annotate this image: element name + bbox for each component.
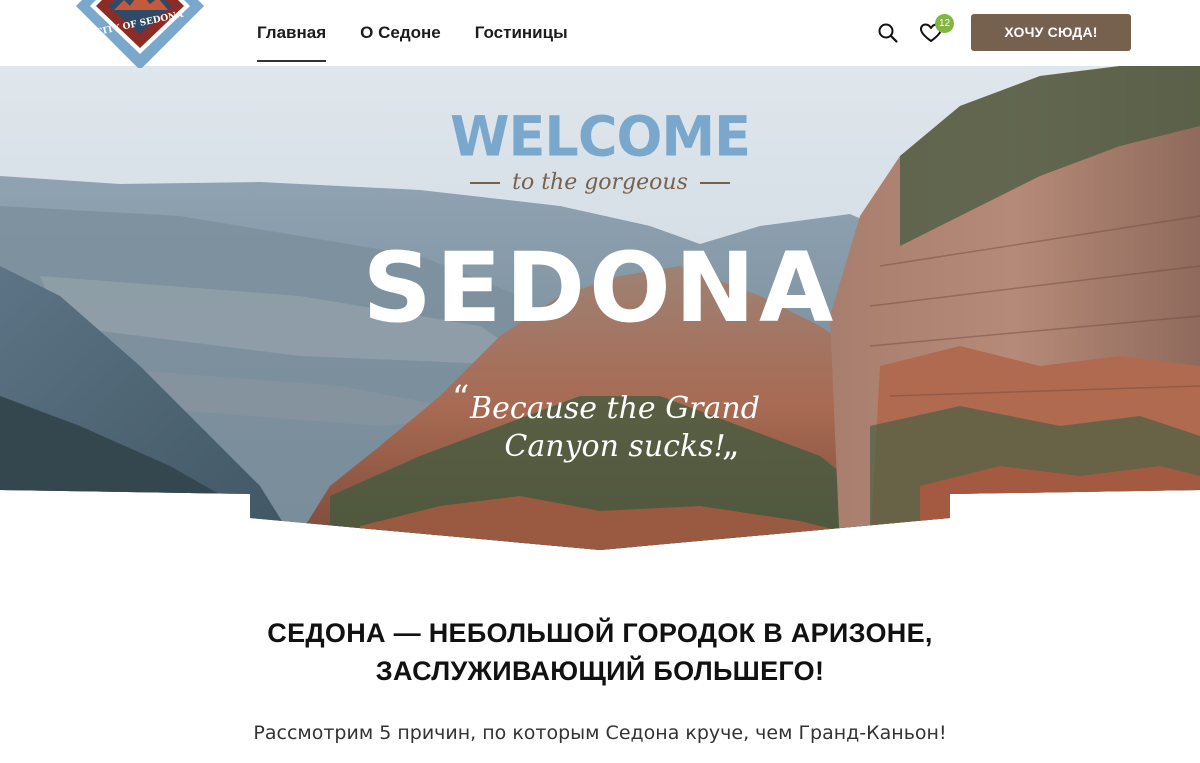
hero-tagline-row: to the gorgeous: [0, 170, 1200, 200]
close-quote-mark: „: [722, 424, 740, 464]
hero-banner: WELCOME to the gorgeous SEDONA “ Because…: [0, 66, 1200, 550]
main-nav: Главная О Седоне Гостиницы: [257, 0, 568, 66]
intro-subtitle: Рассмотрим 5 причин, по которым Седона к…: [253, 722, 947, 744]
hero-quote-line-1: Because the Grand: [470, 391, 760, 426]
nav-item-about-sedona[interactable]: О Седоне: [360, 0, 441, 66]
tagline-divider-left: [470, 181, 501, 184]
favorites-count-badge: 12: [935, 14, 954, 33]
nav-item-home[interactable]: Главная: [257, 0, 327, 66]
intro-heading: СЕДОНА — НЕБОЛЬШОЙ ГОРОДОК В АРИЗОНЕ, ЗА…: [0, 614, 1200, 690]
tagline-divider-right: [699, 181, 730, 184]
intro-heading-line-1: СЕДОНА — НЕБОЛЬШОЙ ГОРОДОК В АРИЗОНЕ,: [267, 618, 933, 648]
search-icon[interactable]: [876, 21, 900, 45]
intro-heading-line-2: ЗАСЛУЖИВАЮЩИЙ БОЛЬШЕГО!: [375, 656, 825, 686]
hero-title: SEDONA: [362, 232, 838, 344]
want-to-go-button[interactable]: ХОЧУ СЮДА!: [971, 14, 1131, 51]
city-of-sedona-logo[interactable]: CITY OF SEDONA: [70, 0, 210, 70]
nav-item-hotels[interactable]: Гостиницы: [475, 0, 568, 66]
hero-welcome: WELCOME: [449, 104, 751, 169]
hero-tagline: to the gorgeous: [512, 170, 688, 195]
